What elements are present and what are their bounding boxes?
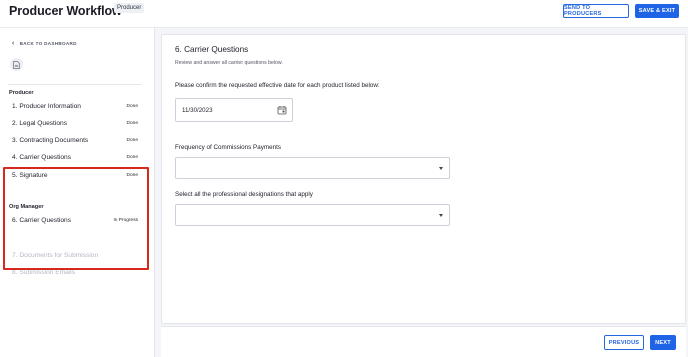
- sidebar-divider: [8, 84, 142, 85]
- commission-frequency-question: Frequency of Commissions Payments: [175, 144, 282, 151]
- save-exit-button[interactable]: SAVE & EXIT: [635, 4, 679, 18]
- step-contracting-documents[interactable]: 3. Contracting Documents Done: [12, 137, 138, 144]
- section-subtitle: Review and answer all carrier questions …: [175, 60, 283, 66]
- section-title: 6. Carrier Questions: [175, 45, 249, 54]
- effective-date-input[interactable]: 11/30/2023: [175, 98, 293, 122]
- effective-date-value: 11/30/2023: [182, 107, 213, 114]
- question-card: [161, 34, 686, 324]
- professional-designations-question: Select all the professional designations…: [175, 191, 313, 198]
- highlight-box: [3, 167, 149, 270]
- top-bar: Producer Workflow Producer SEND TO PRODU…: [0, 0, 688, 28]
- previous-button[interactable]: PREVIOUS: [604, 335, 644, 350]
- step-submission-emails: 8. Submission Emails: [12, 269, 138, 276]
- step-status: Done: [126, 121, 138, 126]
- app-title: Producer Workflow: [9, 4, 122, 18]
- step-label: 8. Submission Emails: [12, 269, 76, 276]
- send-to-producers-button[interactable]: SEND TO PRODUCERS: [563, 4, 629, 18]
- chevron-left-icon: ‹: [12, 40, 15, 47]
- effective-date-question: Please confirm the requested effective d…: [175, 82, 380, 89]
- chevron-down-icon: [439, 167, 443, 170]
- calendar-icon[interactable]: [277, 105, 287, 115]
- commission-frequency-select[interactable]: [175, 157, 450, 179]
- back-link-label: BACK TO DASHBOARD: [19, 41, 77, 46]
- step-label: 4. Carrier Questions: [12, 154, 71, 161]
- role-badge: Producer: [114, 3, 145, 13]
- step-status: Done: [126, 155, 138, 160]
- step-producer-information[interactable]: 1. Producer Information Done: [12, 103, 138, 110]
- step-status: Done: [126, 104, 138, 109]
- step-label: 3. Contracting Documents: [12, 137, 89, 144]
- step-label: 1. Producer Information: [12, 103, 81, 110]
- step-carrier-questions-producer[interactable]: 4. Carrier Questions Done: [12, 154, 138, 161]
- back-to-dashboard-link[interactable]: ‹ BACK TO DASHBOARD: [12, 40, 77, 47]
- step-label: 2. Legal Questions: [12, 120, 67, 127]
- next-button[interactable]: NEXT: [650, 335, 676, 350]
- professional-designations-select[interactable]: [175, 204, 450, 226]
- chevron-down-icon: [439, 214, 443, 217]
- section-label-producer: Producer: [9, 90, 34, 96]
- step-legal-questions[interactable]: 2. Legal Questions Done: [12, 120, 138, 127]
- step-status: Done: [126, 138, 138, 143]
- document-icon: [10, 58, 23, 71]
